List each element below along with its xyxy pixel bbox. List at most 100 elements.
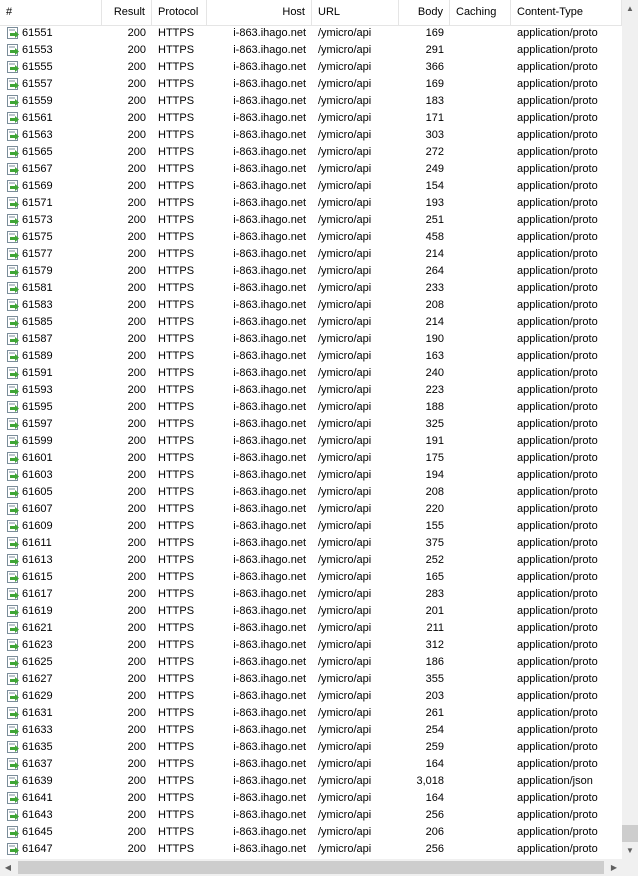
table-row[interactable]: 61585 200 HTTPS i-863.ihago.net/ymicro/api 2… <box>0 314 622 331</box>
cell-host: i-863.ihago.net <box>233 214 306 226</box>
table-row[interactable]: 61607 200 HTTPS i-863.ihago.net/ymicro/api 2… <box>0 501 622 518</box>
cell-result: 200 <box>127 299 146 311</box>
cell-result: 200 <box>127 180 146 192</box>
cell-number: 61551 <box>22 27 53 39</box>
table-row[interactable]: 61635 200 HTTPS i-863.ihago.net/ymicro/api 2… <box>0 739 622 756</box>
table-row[interactable]: 61617 200 HTTPS i-863.ihago.net/ymicro/api 2… <box>0 586 622 603</box>
cell-result: 200 <box>127 44 146 56</box>
cell-number: 61611 <box>22 537 52 549</box>
cell-content-type: application/proto <box>517 146 598 158</box>
cell-content-type: application/proto <box>517 350 598 362</box>
cell-url: /ymicro/api <box>318 197 372 209</box>
table-row[interactable]: 61615 200 HTTPS i-863.ihago.net/ymicro/api 1… <box>0 569 622 586</box>
table-row[interactable]: 61573 200 HTTPS i-863.ihago.net/ymicro/api 2… <box>0 212 622 229</box>
cell-content-type: application/proto <box>517 282 598 294</box>
table-row[interactable]: 61559 200 HTTPS i-863.ihago.net/ymicro/api 1… <box>0 93 622 110</box>
column-header-caching[interactable]: Caching <box>450 0 511 25</box>
scroll-down-arrow-icon[interactable]: ▼ <box>622 842 638 859</box>
table-row[interactable]: 61643 200 HTTPS i-863.ihago.net/ymicro/api 2… <box>0 807 622 824</box>
table-row[interactable]: 61625 200 HTTPS i-863.ihago.net/ymicro/api 1… <box>0 654 622 671</box>
scroll-left-arrow-icon[interactable]: ◀ <box>0 859 16 876</box>
table-row[interactable]: 61597 200 HTTPS i-863.ihago.net/ymicro/api 3… <box>0 416 622 433</box>
horizontal-scrollbar-thumb[interactable] <box>18 861 604 874</box>
column-header-result[interactable]: Result <box>102 0 152 25</box>
table-row[interactable]: 61605 200 HTTPS i-863.ihago.net/ymicro/api 2… <box>0 484 622 501</box>
column-header-host[interactable]: Host <box>207 0 312 25</box>
column-header-number[interactable]: # <box>0 0 102 25</box>
table-row[interactable]: 61569 200 HTTPS i-863.ihago.net/ymicro/api 1… <box>0 178 622 195</box>
table-row[interactable]: 61561 200 HTTPS i-863.ihago.net/ymicro/api 1… <box>0 110 622 127</box>
table-row[interactable]: 61563 200 HTTPS i-863.ihago.net/ymicro/api 3… <box>0 127 622 144</box>
vertical-scrollbar-thumb[interactable] <box>622 825 638 842</box>
table-row[interactable]: 61589 200 HTTPS i-863.ihago.net/ymicro/api 1… <box>0 348 622 365</box>
cell-caching <box>450 416 511 433</box>
table-row[interactable]: 61631 200 HTTPS i-863.ihago.net/ymicro/api 2… <box>0 705 622 722</box>
cell-number: 61639 <box>22 775 53 787</box>
cell-caching <box>450 42 511 59</box>
table-row[interactable]: 61611 200 HTTPS i-863.ihago.net/ymicro/api 3… <box>0 535 622 552</box>
table-row[interactable]: 61567 200 HTTPS i-863.ihago.net/ymicro/api 2… <box>0 161 622 178</box>
cell-host: i-863.ihago.net <box>233 231 306 243</box>
table-row[interactable]: 61601 200 HTTPS i-863.ihago.net/ymicro/api 1… <box>0 450 622 467</box>
scrollbar-corner <box>622 859 638 876</box>
cell-number: 61565 <box>22 146 53 158</box>
table-row[interactable]: 61613 200 HTTPS i-863.ihago.net/ymicro/api 2… <box>0 552 622 569</box>
table-row[interactable]: 61647 200 HTTPS i-863.ihago.net/ymicro/api 2… <box>0 841 622 858</box>
cell-protocol: HTTPS <box>158 843 195 855</box>
table-row[interactable]: 61565 200 HTTPS i-863.ihago.net/ymicro/api 2… <box>0 144 622 161</box>
table-row[interactable]: 61599 200 HTTPS i-863.ihago.net/ymicro/api 1… <box>0 433 622 450</box>
cell-caching <box>450 280 511 297</box>
table-row[interactable]: 61557 200 HTTPS i-863.ihago.net/ymicro/api 1… <box>0 76 622 93</box>
cell-host: i-863.ihago.net <box>233 112 306 124</box>
table-row[interactable]: 61551 200 HTTPS i-863.ihago.net/ymicro/api 1… <box>0 25 622 42</box>
table-row[interactable]: 61593 200 HTTPS i-863.ihago.net/ymicro/api 2… <box>0 382 622 399</box>
vertical-scrollbar[interactable]: ▲ ▼ <box>622 0 638 859</box>
table-row[interactable]: 61641 200 HTTPS i-863.ihago.net/ymicro/api 1… <box>0 790 622 807</box>
column-header-url[interactable]: URL <box>312 0 399 25</box>
cell-body: 164 <box>425 792 444 804</box>
cell-result: 200 <box>127 112 146 124</box>
table-row[interactable]: 61623 200 HTTPS i-863.ihago.net/ymicro/api 3… <box>0 637 622 654</box>
table-row[interactable]: 61603 200 HTTPS i-863.ihago.net/ymicro/api 1… <box>0 467 622 484</box>
table-row[interactable]: 61587 200 HTTPS i-863.ihago.net/ymicro/api 1… <box>0 331 622 348</box>
cell-content-type: application/proto <box>517 554 598 566</box>
table-row[interactable]: 61619 200 HTTPS i-863.ihago.net/ymicro/api 2… <box>0 603 622 620</box>
table-row[interactable]: 61645 200 HTTPS i-863.ihago.net/ymicro/api 2… <box>0 824 622 841</box>
cell-body: 291 <box>425 44 444 56</box>
table-row[interactable]: 61577 200 HTTPS i-863.ihago.net/ymicro/api 2… <box>0 246 622 263</box>
cell-body: 272 <box>425 146 444 158</box>
table-row[interactable]: 61581 200 HTTPS i-863.ihago.net/ymicro/api 2… <box>0 280 622 297</box>
table-row[interactable]: 61629 200 HTTPS i-863.ihago.net/ymicro/api 2… <box>0 688 622 705</box>
column-header-protocol[interactable]: Protocol <box>152 0 207 25</box>
column-header-content-type[interactable]: Content-Type <box>511 0 622 25</box>
cell-url: /ymicro/api <box>318 707 372 719</box>
cell-result: 200 <box>127 316 146 328</box>
table-row[interactable]: 61579 200 HTTPS i-863.ihago.net/ymicro/api 2… <box>0 263 622 280</box>
table-row[interactable]: 61575 200 HTTPS i-863.ihago.net/ymicro/api 4… <box>0 229 622 246</box>
cell-content-type: application/proto <box>517 503 598 515</box>
cell-result: 200 <box>127 197 146 209</box>
cell-body: 233 <box>425 282 444 294</box>
table-row[interactable]: 61571 200 HTTPS i-863.ihago.net/ymicro/api 1… <box>0 195 622 212</box>
table-row[interactable]: 61595 200 HTTPS i-863.ihago.net/ymicro/api 1… <box>0 399 622 416</box>
cell-url: /ymicro/api <box>318 418 372 430</box>
cell-protocol: HTTPS <box>158 826 195 838</box>
cell-body: 214 <box>425 316 444 328</box>
table-row[interactable]: 61637 200 HTTPS i-863.ihago.net/ymicro/api 1… <box>0 756 622 773</box>
cell-caching <box>450 59 511 76</box>
cell-url: /ymicro/api <box>318 27 372 39</box>
table-row[interactable]: 61555 200 HTTPS i-863.ihago.net/ymicro/api 3… <box>0 59 622 76</box>
table-row[interactable]: 61633 200 HTTPS i-863.ihago.net/ymicro/api 2… <box>0 722 622 739</box>
cell-result: 200 <box>127 435 146 447</box>
table-row[interactable]: 61553 200 HTTPS i-863.ihago.net/ymicro/api 2… <box>0 42 622 59</box>
cell-url: /ymicro/api <box>318 146 372 158</box>
table-row[interactable]: 61583 200 HTTPS i-863.ihago.net/ymicro/api 2… <box>0 297 622 314</box>
table-row[interactable]: 61639 200 HTTPS i-863.ihago.net/ymicro/api 3… <box>0 773 622 790</box>
scroll-up-arrow-icon[interactable]: ▲ <box>622 0 638 17</box>
table-row[interactable]: 61621 200 HTTPS i-863.ihago.net/ymicro/api 2… <box>0 620 622 637</box>
table-row[interactable]: 61609 200 HTTPS i-863.ihago.net/ymicro/api 1… <box>0 518 622 535</box>
table-row[interactable]: 61591 200 HTTPS i-863.ihago.net/ymicro/api 2… <box>0 365 622 382</box>
table-row[interactable]: 61627 200 HTTPS i-863.ihago.net/ymicro/api 3… <box>0 671 622 688</box>
scroll-right-arrow-icon[interactable]: ▶ <box>606 859 622 876</box>
column-header-body[interactable]: Body <box>399 0 450 25</box>
